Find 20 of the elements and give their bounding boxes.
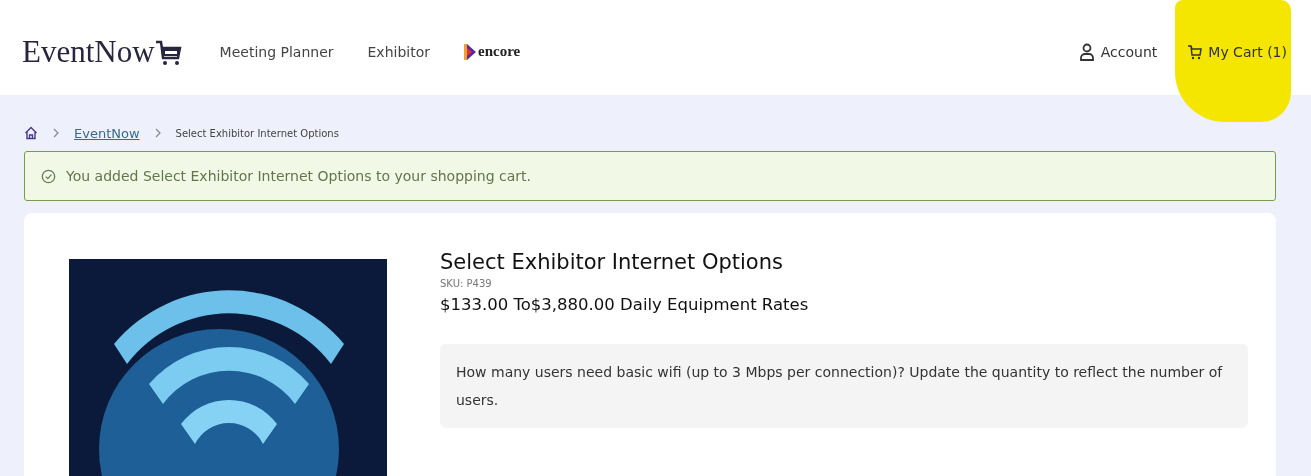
chevron-icon [153,128,162,138]
user-icon [1078,42,1095,61]
cart-link[interactable]: My Cart (1) [1187,39,1287,64]
alert-message: You added Select Exhibitor Internet Options to your shopping cart. [66,168,531,184]
nav-link[interactable]: Exhibitor [367,43,430,60]
chevron-icon [52,128,60,138]
breadcrumb-link[interactable]: EventNow [74,125,140,141]
encore-mark-icon [464,41,476,62]
check-circle-icon [41,168,56,184]
nav-link[interactable]: Meeting Planner [219,43,334,60]
partner-logo[interactable]: encore [478,43,521,60]
cart-icon [1187,43,1204,60]
price-range: $133.00 To$3,880.00 Daily Equipment Rates [440,295,810,314]
product-sku: SKU: P439 [440,278,493,289]
breadcrumb-current: Select Exhibitor Internet Options [175,127,339,139]
account-link[interactable]: Account [1078,42,1158,61]
home-icon[interactable] [24,126,38,140]
brand-logo[interactable]: EventNow [22,33,155,70]
product-title: Select Exhibitor Internet Options [440,250,784,274]
option-question: How many users need basic wifi (up to 3 Mbps per connection)? Update the quantity to reflect the number of users. [456,363,1224,410]
